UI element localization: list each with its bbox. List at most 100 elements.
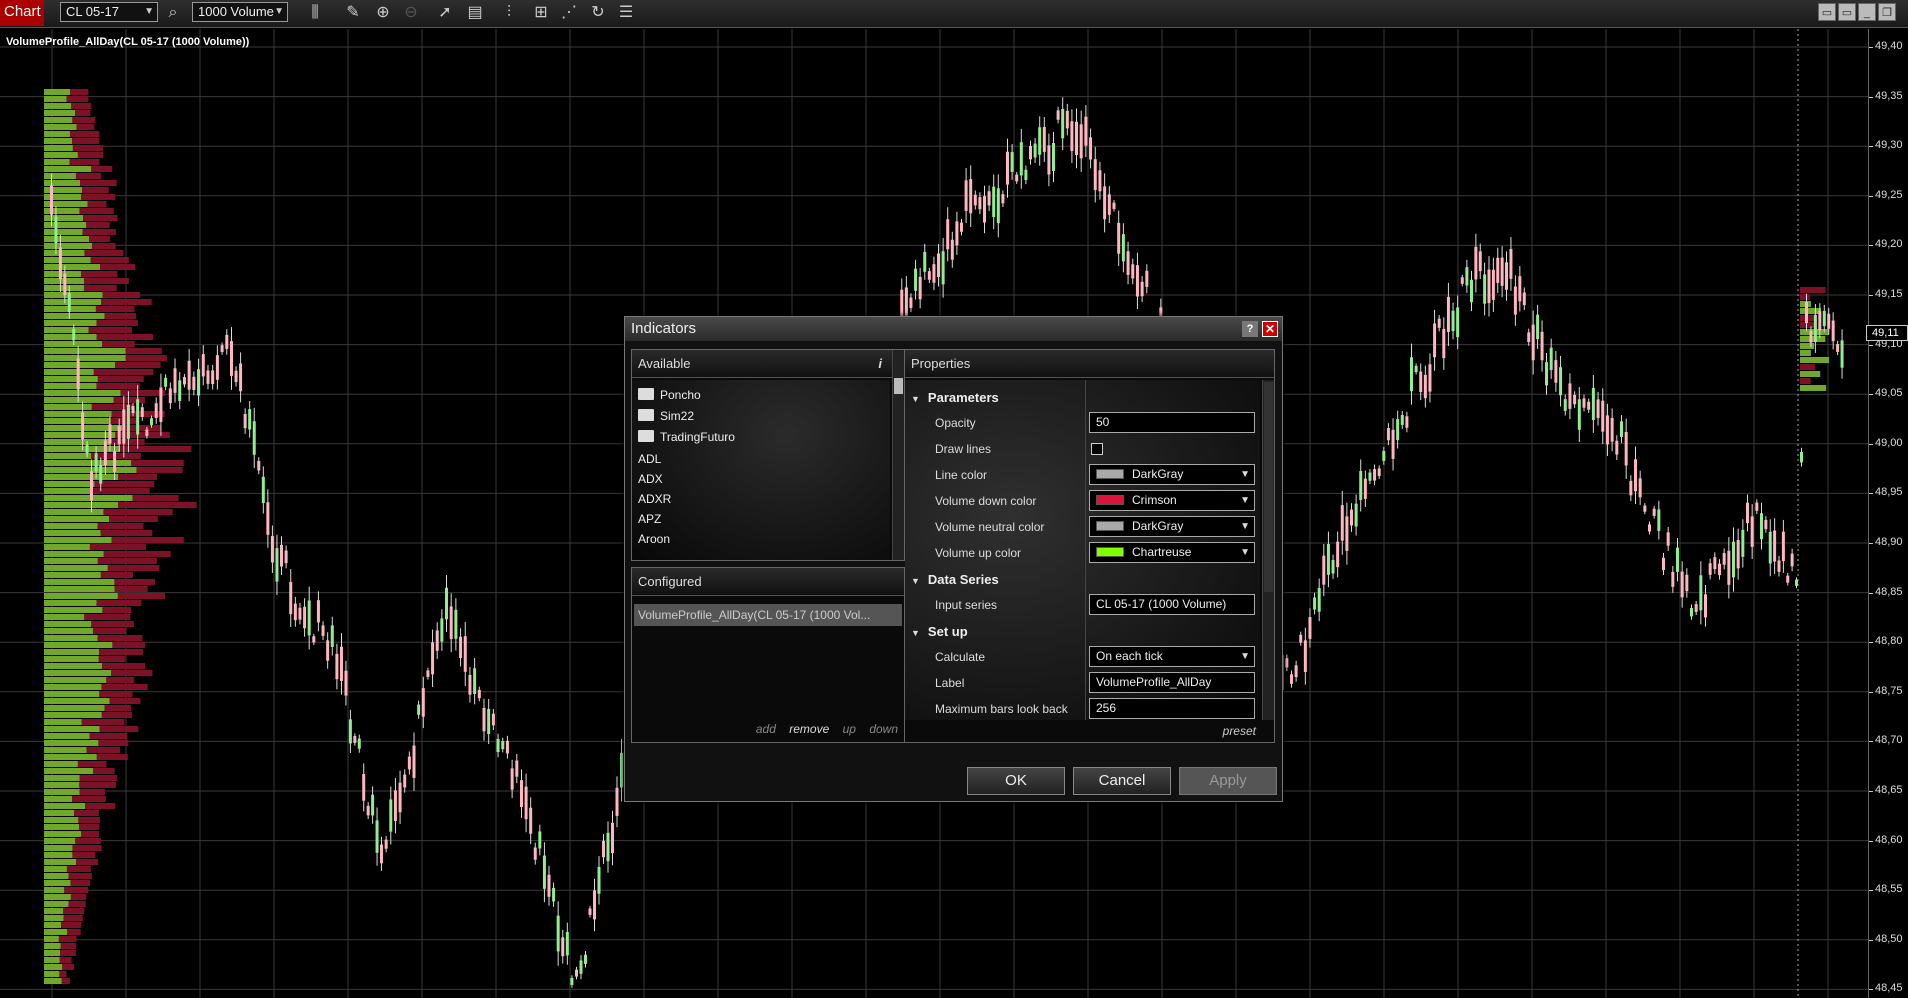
instrument-selector[interactable]: CL 05-17 ▼ bbox=[60, 2, 158, 22]
calculate-select[interactable]: On each tick ▼ bbox=[1089, 646, 1255, 667]
cancel-button[interactable]: Cancel bbox=[1073, 767, 1171, 795]
candle-body bbox=[1634, 459, 1637, 492]
bar-type-icon[interactable]: ⫼ bbox=[304, 2, 326, 24]
configured-item[interactable]: VolumeProfile_AllDay(CL 05-17 (1000 Vol.… bbox=[634, 604, 902, 626]
list-item-folder[interactable]: Sim22 bbox=[638, 409, 694, 423]
volume-up-color-select[interactable]: Chartreuse ▼ bbox=[1089, 542, 1255, 563]
volume-profile-bar-down bbox=[93, 628, 126, 634]
list-item[interactable]: ADXR bbox=[638, 492, 671, 506]
candle-body bbox=[1577, 399, 1581, 430]
zoom-in-icon[interactable]: ⊕ bbox=[372, 2, 394, 24]
volume-profile-bar-down bbox=[89, 544, 147, 550]
move-up-button[interactable]: up bbox=[843, 722, 856, 736]
candle-body bbox=[1460, 277, 1464, 284]
input-series-field[interactable]: CL 05-17 (1000 Volume) bbox=[1089, 594, 1255, 615]
volume-profile-bar-down bbox=[61, 978, 70, 984]
ok-button[interactable]: OK bbox=[967, 767, 1065, 795]
candle-body bbox=[1308, 617, 1312, 639]
strategies-icon[interactable]: ⊞ bbox=[530, 2, 552, 24]
list-item[interactable]: ADL bbox=[638, 452, 661, 466]
volume-profile-bar-up bbox=[44, 222, 87, 228]
candle-body bbox=[1786, 575, 1790, 583]
volume-profile-bar-up bbox=[44, 173, 76, 179]
help-icon[interactable]: ? bbox=[1242, 321, 1258, 337]
volume-profile-bar-down bbox=[68, 901, 86, 907]
maximize-icon[interactable]: ❐ bbox=[1878, 3, 1896, 21]
tile-icon[interactable]: ▭ bbox=[1838, 3, 1856, 21]
candle-body bbox=[58, 247, 62, 280]
preset-link[interactable]: preset bbox=[1223, 724, 1256, 738]
candle-body bbox=[1496, 257, 1500, 283]
candle-body bbox=[1336, 541, 1340, 568]
menu-icon[interactable]: ☰ bbox=[615, 2, 637, 24]
price-axis[interactable]: 49,40 49,35 49,30 49,25 49,20 49,15 49,10 49,05… bbox=[1868, 29, 1908, 998]
volume-profile-bar-down bbox=[99, 691, 133, 697]
candle-body bbox=[389, 799, 393, 832]
pencil-icon[interactable]: ✎ bbox=[342, 2, 364, 24]
list-item[interactable]: APZ bbox=[638, 512, 661, 526]
candle-body bbox=[1718, 563, 1721, 576]
label-input[interactable]: VolumeProfile_AllDay bbox=[1089, 672, 1255, 693]
candle-body bbox=[1795, 579, 1798, 586]
candle-body bbox=[1010, 152, 1014, 172]
candle-body bbox=[1732, 541, 1735, 578]
chart-trader-icon[interactable]: ⋰ bbox=[558, 2, 580, 24]
list-item-folder[interactable]: TradingFuturo bbox=[638, 430, 735, 444]
volume-profile-bar-down bbox=[72, 796, 106, 802]
properties-icon[interactable]: ▤ bbox=[464, 2, 486, 24]
section-data-series[interactable]: ▼ Data Series bbox=[911, 572, 999, 587]
search-icon[interactable]: ⌕ bbox=[162, 2, 184, 24]
volume-profile-bar-up bbox=[44, 789, 80, 795]
line-color-value: DarkGray bbox=[1132, 467, 1184, 481]
candle-body bbox=[1676, 547, 1679, 572]
list-item-folder[interactable]: Poncho bbox=[638, 388, 701, 402]
candle-body bbox=[588, 908, 592, 915]
available-list[interactable]: Poncho Sim22 TradingFuturo ADL ADX ADXR … bbox=[632, 380, 890, 560]
candle-body bbox=[969, 179, 973, 214]
line-color-select[interactable]: DarkGray ▼ bbox=[1089, 464, 1255, 485]
candle-body bbox=[307, 600, 311, 636]
opacity-input[interactable]: 50 bbox=[1089, 412, 1255, 433]
volume-profile-bar-down bbox=[88, 327, 132, 333]
pointer-icon[interactable]: ➚ bbox=[434, 2, 456, 24]
volume-neutral-color-value: DarkGray bbox=[1132, 519, 1184, 533]
candle-body bbox=[909, 297, 913, 308]
candle-body bbox=[1680, 571, 1684, 598]
list-item[interactable]: ADX bbox=[638, 472, 663, 486]
section-parameters[interactable]: ▼ Parameters bbox=[911, 390, 999, 405]
volume-profile-bar-up bbox=[44, 138, 73, 144]
refresh-icon[interactable]: ↻ bbox=[587, 2, 609, 24]
restore-tile-icon[interactable]: ▭ bbox=[1818, 3, 1836, 21]
candle-body bbox=[454, 609, 458, 639]
remove-button[interactable]: remove bbox=[789, 722, 829, 736]
info-icon[interactable]: i bbox=[878, 350, 882, 378]
volume-neutral-color-select[interactable]: DarkGray ▼ bbox=[1089, 516, 1255, 537]
add-button[interactable]: add bbox=[756, 722, 776, 736]
close-icon[interactable]: ✕ bbox=[1262, 321, 1278, 337]
volume-profile-bar-down bbox=[136, 467, 183, 473]
properties-scrollbar[interactable] bbox=[1262, 380, 1274, 720]
volume-profile-bar bbox=[1800, 308, 1821, 314]
draw-lines-checkbox[interactable] bbox=[1091, 443, 1103, 455]
candle-body bbox=[197, 369, 201, 396]
volume-profile-bar-up bbox=[44, 194, 82, 200]
volume-down-color-select[interactable]: Crimson ▼ bbox=[1089, 490, 1255, 511]
axis-tick bbox=[1869, 741, 1873, 743]
scroll-thumb[interactable] bbox=[894, 378, 903, 394]
move-down-button[interactable]: down bbox=[869, 722, 898, 736]
max-bars-input[interactable]: 256 bbox=[1089, 698, 1255, 719]
volume-profile-bar-up bbox=[44, 313, 105, 319]
section-setup[interactable]: ▼ Set up bbox=[911, 624, 968, 639]
scroll-thumb[interactable] bbox=[1264, 382, 1273, 592]
available-scrollbar[interactable] bbox=[892, 350, 904, 560]
indicators-icon[interactable]: ⫶ bbox=[498, 2, 520, 24]
apply-button[interactable]: Apply bbox=[1179, 767, 1277, 795]
period-selector[interactable]: 1000 Volume ▼ bbox=[192, 2, 288, 22]
volume-profile-bar-down bbox=[100, 530, 153, 536]
zoom-out-icon[interactable]: ⊖ bbox=[400, 2, 422, 24]
volume-profile-bar-down bbox=[125, 348, 162, 354]
list-item[interactable]: Aroon bbox=[638, 532, 670, 546]
axis-tick bbox=[1869, 989, 1873, 991]
minimize-icon[interactable]: _ bbox=[1858, 3, 1876, 21]
volume-profile-bar-down bbox=[58, 936, 77, 942]
